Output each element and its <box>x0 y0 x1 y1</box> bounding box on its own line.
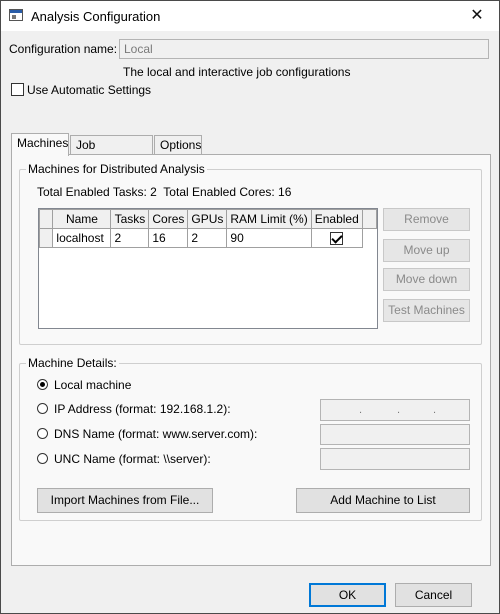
cell-ram-limit[interactable]: 90 <box>226 228 312 248</box>
title-bar: Analysis Configuration ✕ <box>1 1 499 31</box>
tab-options[interactable]: Options <box>154 135 202 155</box>
column-header-filler <box>361 209 378 229</box>
ip-separator: . <box>359 404 363 416</box>
test-machines-button[interactable]: Test Machines <box>383 299 470 322</box>
move-up-button[interactable]: Move up <box>383 239 470 262</box>
ok-button[interactable]: OK <box>309 583 386 607</box>
configuration-description: The local and interactive job configurat… <box>123 65 351 79</box>
table-row[interactable]: localhost 2 16 2 90 <box>38 228 377 248</box>
configuration-name-label: Configuration name: <box>9 42 118 56</box>
import-machines-button[interactable]: Import Machines from File... <box>37 488 213 513</box>
table-corner-cell <box>38 209 54 229</box>
column-header-tasks[interactable]: Tasks <box>110 209 150 229</box>
move-down-button[interactable]: Move down <box>383 268 470 291</box>
unc-name-input[interactable] <box>320 448 470 470</box>
ip-address-input[interactable]: . . . <box>320 399 470 421</box>
use-automatic-settings-checkbox[interactable] <box>11 83 24 96</box>
ip-separator: . <box>433 404 437 416</box>
cell-cores[interactable]: 16 <box>148 228 189 248</box>
machine-details-group-title: Machine Details: <box>26 356 119 370</box>
row-selector[interactable] <box>38 228 54 248</box>
cell-tasks[interactable]: 2 <box>110 228 150 248</box>
configuration-name-field: Local <box>119 39 489 59</box>
machines-group-title: Machines for Distributed Analysis <box>26 162 207 176</box>
machines-table: Name Tasks Cores GPUs RAM Limit (%) Enab… <box>38 208 378 329</box>
cancel-button[interactable]: Cancel <box>395 583 472 607</box>
table-header-row: Name Tasks Cores GPUs RAM Limit (%) Enab… <box>38 209 378 229</box>
dns-name-input[interactable] <box>320 424 470 445</box>
tab-machines[interactable]: Machines <box>11 133 69 156</box>
dns-name-radio[interactable] <box>37 428 48 439</box>
cell-name[interactable]: localhost <box>52 228 112 248</box>
use-automatic-settings-label: Use Automatic Settings <box>27 83 152 97</box>
column-header-ram-limit[interactable]: RAM Limit (%) <box>226 209 312 229</box>
column-header-gpus[interactable]: GPUs <box>187 209 228 229</box>
column-header-enabled[interactable]: Enabled <box>310 209 363 229</box>
ip-address-radio[interactable] <box>37 403 48 414</box>
totals-text: Total Enabled Tasks: 2 Total Enabled Cor… <box>37 185 292 199</box>
tab-options-label: Options <box>160 138 202 152</box>
cell-enabled[interactable] <box>310 228 363 248</box>
add-machine-button[interactable]: Add Machine to List <box>296 488 470 513</box>
row-filler <box>362 229 376 248</box>
column-header-cores[interactable]: Cores <box>148 209 189 229</box>
tab-job-distribution[interactable]: Job Distribution <box>70 135 153 166</box>
dns-name-label: DNS Name (format: www.server.com): <box>54 427 258 441</box>
app-window-icon <box>9 9 23 21</box>
enabled-checkbox[interactable] <box>330 232 344 246</box>
analysis-configuration-dialog: Analysis Configuration ✕ Configuration n… <box>0 0 500 614</box>
tab-machines-label: Machines <box>17 136 69 150</box>
column-header-name[interactable]: Name <box>52 209 112 229</box>
remove-button[interactable]: Remove <box>383 208 470 231</box>
cell-gpus[interactable]: 2 <box>187 228 228 248</box>
window-title: Analysis Configuration <box>31 9 161 24</box>
unc-name-radio[interactable] <box>37 453 48 464</box>
local-machine-label: Local machine <box>54 378 132 392</box>
ip-separator: . <box>397 404 401 416</box>
close-icon[interactable]: ✕ <box>455 1 499 31</box>
configuration-name-value: Local <box>124 42 153 56</box>
local-machine-radio[interactable] <box>37 379 48 390</box>
ip-address-label: IP Address (format: 192.168.1.2): <box>54 402 231 416</box>
unc-name-label: UNC Name (format: \\server): <box>54 452 211 466</box>
